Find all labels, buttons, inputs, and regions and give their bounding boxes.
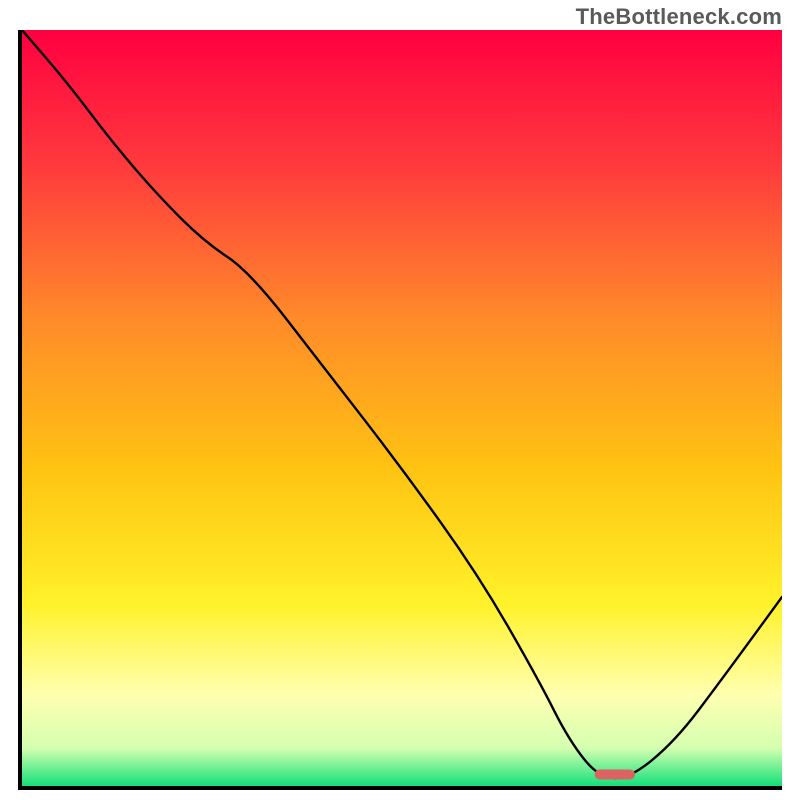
plot-area xyxy=(18,30,782,790)
watermark-text: TheBottleneck.com xyxy=(576,4,782,30)
chart-root: TheBottleneck.com xyxy=(0,0,800,800)
chart-svg xyxy=(22,30,782,786)
gradient-background xyxy=(22,30,782,786)
